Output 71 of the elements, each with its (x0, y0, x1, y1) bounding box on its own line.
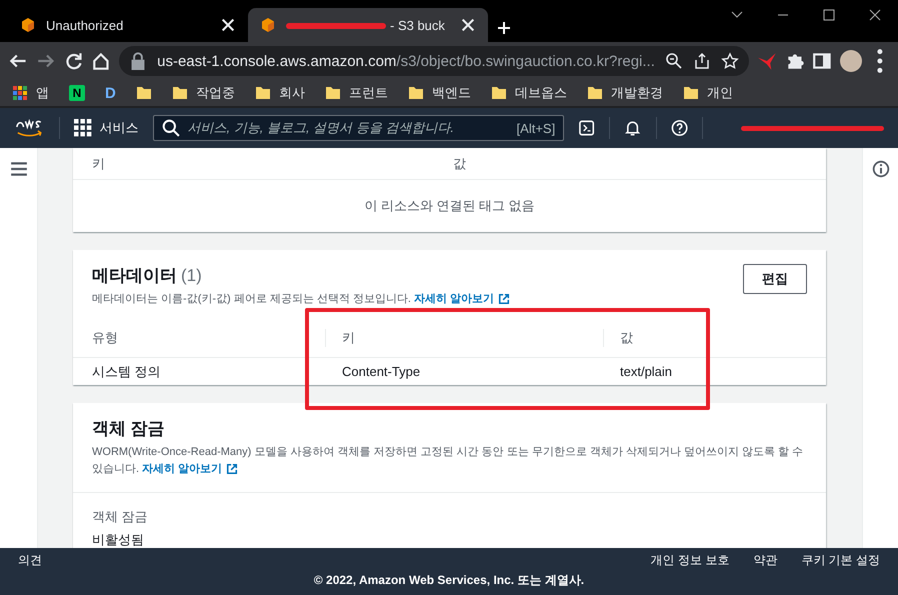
footer-link[interactable]: 쿠키 기본 설정 (801, 552, 880, 568)
external-link-icon[interactable] (226, 463, 238, 476)
empty-message: 이 리소스와 연결된 태그 없음 (363, 197, 536, 215)
browser-tab[interactable]: - S3 buck (248, 8, 488, 42)
section-title: 메타데이터 (92, 266, 177, 285)
table-cell-text: text/plain (619, 364, 674, 379)
search-field[interactable]: 서비스, 기능, 블로그, 설명서 등을 검색합니다. [Alt+S] (152, 115, 564, 141)
menu-icon[interactable] (10, 160, 28, 178)
bookmark[interactable]: 데브옵스 (490, 84, 567, 102)
bookmark[interactable]: D (105, 84, 116, 102)
item-count: (1) (181, 266, 202, 285)
feedback-link[interactable]: 의견 (18, 552, 42, 568)
folder-icon (490, 85, 507, 101)
column-header: 값 (603, 328, 807, 346)
url-text: us-east-1.console.aws.amazon.com/s3/object/bo.swingauction.co.kr?regi... (157, 52, 655, 70)
apps-grid-icon (12, 85, 28, 101)
folder-icon (408, 85, 424, 101)
folder-icon (586, 85, 603, 101)
cube-icon (20, 17, 36, 33)
lock-icon (129, 52, 148, 70)
zoom-icon[interactable] (664, 52, 683, 70)
folder-icon (172, 85, 188, 101)
field-value: 비활성됨 (92, 531, 145, 548)
address-bar[interactable]: us-east-1.console.aws.amazon.com/s3/object/bo.swingauction.co.kr?regi... (119, 46, 749, 76)
bookmark[interactable]: 백엔드 (408, 84, 471, 102)
column-header: 값 (453, 154, 467, 172)
bookmark[interactable]: N (69, 85, 85, 101)
description: WORM(Write-Once-Read-Many) 모델을 사용하여 객체를 저장하면 고정된 시간 동안 또는 무기한으로 객체가 삭제되거나 덮어쓰이지 않도록 할 수 있습니다. 자세히 알아보기 (92, 445, 804, 478)
bookmark[interactable] (136, 85, 152, 101)
bookmark[interactable]: 회사 (254, 84, 305, 102)
table-cell-text: Content-Type (341, 364, 422, 379)
bookmark[interactable]: 작업중 (172, 84, 235, 102)
star-icon[interactable] (720, 52, 739, 70)
grid-icon (74, 119, 92, 137)
column-header: 유형 (92, 328, 119, 346)
share-icon[interactable] (692, 52, 711, 70)
bookmark[interactable]: 개인 (682, 84, 733, 102)
close-icon[interactable] (220, 17, 236, 33)
learn-more-link[interactable]: 자세히 알아보기 (142, 463, 222, 475)
folder-icon (324, 85, 341, 101)
folder-icon (136, 85, 152, 101)
terminal-icon[interactable] (578, 119, 596, 137)
column-header: 키 (92, 154, 106, 172)
table-cell-text: 시스템 정의 (92, 362, 162, 380)
field-label: 객체 잠금 (92, 508, 149, 526)
search-icon (162, 119, 180, 137)
services-menu[interactable]: 서비스 (74, 119, 139, 137)
column-header: 키 (325, 328, 603, 346)
close-icon[interactable] (460, 17, 476, 33)
footer-link[interactable]: 약관 (753, 552, 778, 568)
help-icon[interactable] (670, 119, 688, 137)
folder-icon (254, 85, 271, 101)
bookmark[interactable]: 프런트 (324, 84, 388, 102)
footer-link[interactable]: 개인 정보 보호 (650, 552, 730, 568)
cube-icon (260, 17, 276, 33)
copyright-text: © 2022, Amazon Web Services, Inc. 또는 계열사. (314, 572, 584, 589)
bookmark[interactable]: 개발환경 (586, 84, 663, 102)
learn-more-link[interactable]: 자세히 알아보기 (414, 293, 494, 305)
section-title: 객체 잠금 (92, 418, 166, 440)
tab-title: Unauthorized (46, 18, 124, 32)
bell-icon[interactable] (624, 119, 642, 137)
folder-icon (682, 85, 699, 101)
browser-tab[interactable]: Unauthorized (8, 8, 248, 42)
external-link-icon[interactable] (498, 293, 510, 306)
edit-button[interactable]: 편집 (743, 264, 807, 294)
avatar[interactable] (840, 50, 862, 72)
bookmark[interactable]: 앱 (12, 84, 49, 102)
tab-title-text: - S3 buck (390, 18, 445, 32)
plus-icon[interactable] (496, 20, 512, 36)
description: 메타데이터는 이름-값(키-값) 페어로 제공되는 선택적 정보입니다. 자세히 알아보기 (92, 291, 743, 308)
info-icon[interactable] (872, 160, 890, 178)
